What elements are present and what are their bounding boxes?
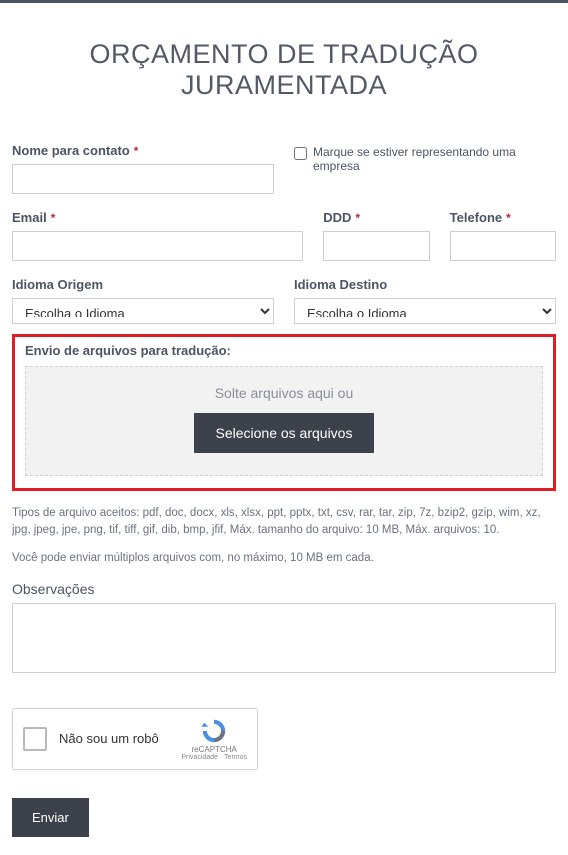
dest-lang-select[interactable]: Escolha o Idioma: [294, 298, 556, 324]
required-asterisk: *: [134, 144, 139, 158]
ddd-input[interactable]: [323, 231, 429, 261]
ddd-label: DDD: [323, 210, 351, 225]
submit-button[interactable]: Enviar: [12, 798, 89, 837]
email-label: Email: [12, 210, 47, 225]
recaptcha-label: Não sou um robô: [59, 731, 181, 746]
required-asterisk: *: [51, 211, 56, 225]
origin-lang-label: Idioma Origem: [12, 277, 103, 292]
multi-upload-text: Você pode enviar múltiplos arquivos com,…: [12, 550, 556, 567]
recaptcha-checkbox[interactable]: [23, 727, 47, 751]
contact-name-label: Nome para contato: [12, 143, 130, 158]
recaptcha-widget[interactable]: Não sou um robô reCAPTCHA Privacidade · …: [12, 708, 258, 770]
company-checkbox-label: Marque se estiver representando uma empr…: [313, 145, 556, 173]
upload-highlight-box: Envio de arquivos para tradução: Solte a…: [12, 334, 556, 491]
upload-section-label: Envio de arquivos para tradução:: [25, 343, 543, 358]
company-checkbox[interactable]: [294, 147, 307, 160]
recaptcha-brand: reCAPTCHA: [192, 745, 237, 754]
observations-textarea[interactable]: [12, 603, 556, 673]
upload-drop-text: Solte arquivos aqui ou: [36, 385, 532, 401]
contact-name-input[interactable]: [12, 164, 274, 194]
phone-label: Telefone: [450, 210, 503, 225]
recaptcha-icon: [200, 717, 228, 745]
page-title: ORÇAMENTO DE TRADUÇÃO JURAMENTADA: [12, 39, 556, 101]
accepted-types-text: Tipos de arquivo aceitos: pdf, doc, docx…: [12, 505, 556, 540]
recaptcha-privacy: Privacidade · Termos: [181, 754, 247, 761]
observations-label: Observações: [12, 581, 556, 597]
dest-lang-label: Idioma Destino: [294, 277, 387, 292]
origin-lang-select[interactable]: Escolha o Idioma: [12, 298, 274, 324]
phone-input[interactable]: [450, 231, 556, 261]
required-asterisk: *: [506, 211, 511, 225]
required-asterisk: *: [355, 211, 360, 225]
upload-dropzone[interactable]: Solte arquivos aqui ou Selecione os arqu…: [25, 366, 543, 476]
email-input[interactable]: [12, 231, 303, 261]
select-files-button[interactable]: Selecione os arquivos: [194, 413, 375, 453]
